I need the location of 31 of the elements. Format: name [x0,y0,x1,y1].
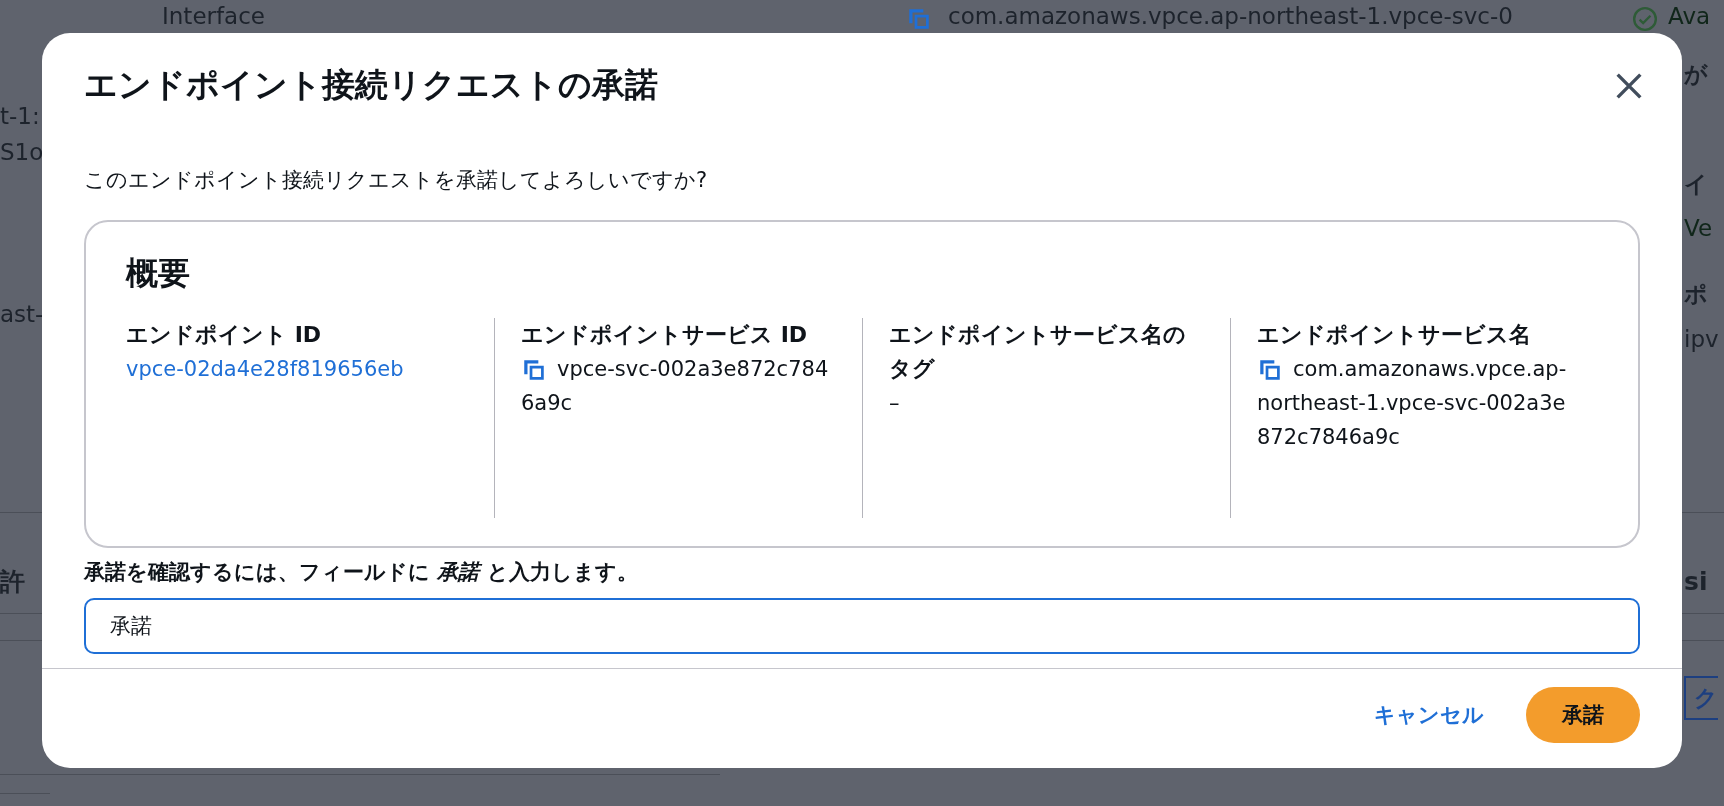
accept-button[interactable]: 承諾 [1526,687,1640,743]
cancel-button[interactable]: キャンセル [1362,691,1496,739]
copy-icon[interactable] [521,357,547,383]
instruction-text: 承諾を確認するには、フィールドに 承諾 と入力します。 [84,559,639,586]
field-label: エンドポイントサービス名 [1257,321,1532,349]
field-label: エンドポイント ID [126,321,323,349]
section-heading: si [1684,566,1708,598]
check-circle-icon [1632,6,1658,32]
field-label: が [1684,60,1708,89]
field-label: エンドポイントサービス名のタグ [889,321,1187,383]
dialog-title: エンドポイント接続リクエストの承諾 [84,64,658,106]
status-text: Ava [1668,2,1711,31]
question-text: このエンドポイント接続リクエストを承諾してよろしいですか? [84,167,709,194]
page-text: Interface [162,2,265,31]
field-value: – [889,390,901,417]
page-text: t-1: [0,102,40,131]
field-value: com.amazonaws.vpce.ap-northeast-1.vpce-svc-002a3e872c7846a9c [1257,356,1568,451]
field-label: ポ [1684,280,1708,309]
page-text: com.amazonaws.vpce.ap-northeast-1.vpce-svc-0 [948,2,1513,31]
page-text: ipv [1684,325,1719,354]
card-heading: 概要 [126,253,191,294]
endpoint-link[interactable]: vpce-02da4e28f819656eb [126,352,468,386]
copy-icon[interactable] [1257,357,1283,383]
field-label: イ [1684,170,1708,199]
confirm-input-field[interactable]: 承諾 [84,598,1640,654]
section-heading: 許 [0,566,25,598]
field-value: vpce-svc-002a3e872c7846a9c [521,356,830,417]
status-text: Ve [1684,214,1713,243]
page-text: S1o [0,138,44,167]
page-text: ast- [0,300,44,329]
field-label: エンドポイントサービス ID [521,321,809,349]
